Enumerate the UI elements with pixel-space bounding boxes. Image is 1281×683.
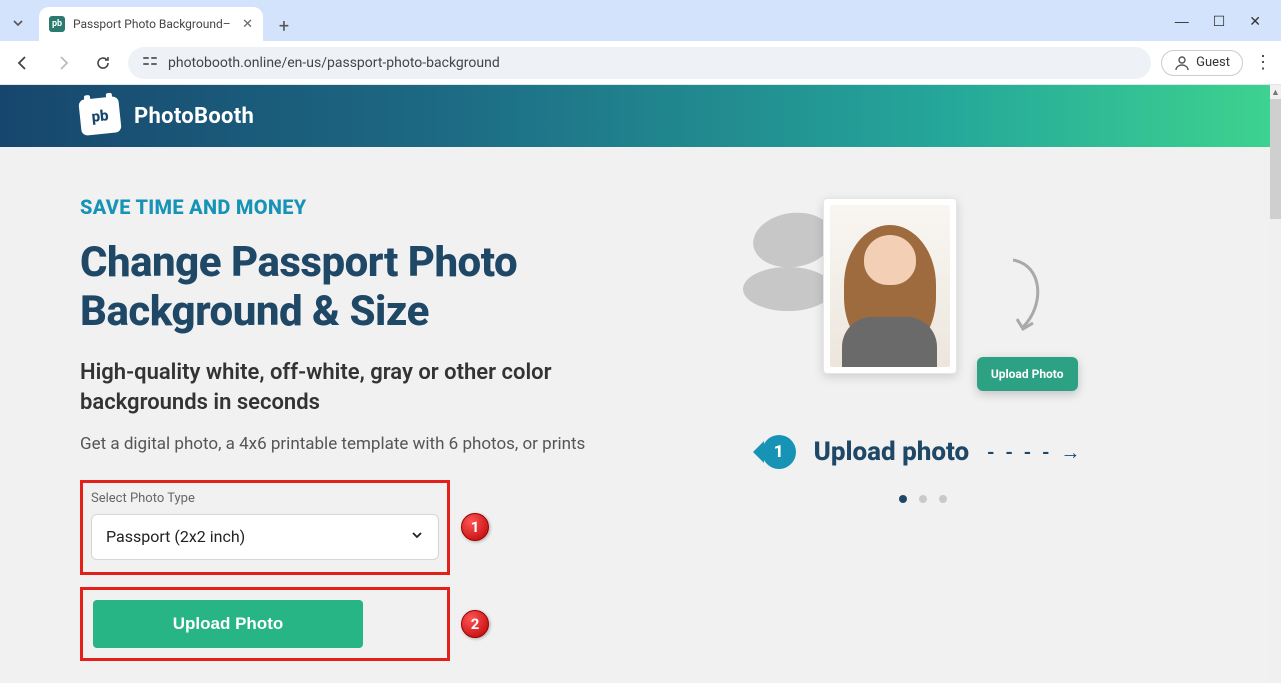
hero-illustration: Upload Photo xyxy=(753,195,1093,425)
hero-right-column: Upload Photo 1 Upload photo - - - - → xyxy=(655,195,1190,673)
favicon-icon: pb xyxy=(49,16,65,32)
new-tab-button[interactable]: + xyxy=(269,11,299,41)
browser-tab-active[interactable]: pb Passport Photo Background– ✕ xyxy=(39,7,263,41)
back-button[interactable] xyxy=(8,48,38,78)
step-row: 1 Upload photo - - - - → xyxy=(762,435,1084,469)
scroll-up-icon[interactable]: ▲ xyxy=(1270,85,1281,99)
forward-button[interactable] xyxy=(48,48,78,78)
photo-type-select[interactable]: Passport (2x2 inch) xyxy=(91,514,439,560)
dashed-arrow-icon: - - - - → xyxy=(987,440,1083,465)
step-number-badge: 1 xyxy=(762,435,796,469)
decorative-blob xyxy=(743,267,833,311)
page-bodyline: Get a digital photo, a 4x6 printable tem… xyxy=(80,434,615,454)
sample-photo-card xyxy=(823,198,957,374)
reload-icon xyxy=(95,55,111,71)
annotation-badge-1: 1 xyxy=(461,513,489,541)
annotation-badge-2: 2 xyxy=(461,610,489,638)
curved-arrow-icon xyxy=(1003,255,1053,335)
upload-photo-chip[interactable]: Upload Photo xyxy=(977,357,1078,391)
page-subhead: High-quality white, off-white, gray or o… xyxy=(80,358,615,417)
upload-photo-button[interactable]: Upload Photo xyxy=(93,600,363,648)
step-label: Upload photo xyxy=(814,437,970,467)
site-header: pb PhotoBooth xyxy=(0,85,1270,147)
profile-label: Guest xyxy=(1196,55,1230,70)
scrollbar-thumb[interactable] xyxy=(1270,99,1281,219)
tab-list-dropdown[interactable] xyxy=(0,5,36,41)
hero-left-column: SAVE TIME AND MONEY Change Passport Phot… xyxy=(80,195,615,673)
person-icon xyxy=(1174,55,1190,71)
select-photo-type-block: Select Photo Type Passport (2x2 inch) 1 xyxy=(80,480,450,575)
eyebrow-text: SAVE TIME AND MONEY xyxy=(80,195,615,219)
window-controls: — ☐ ✕ xyxy=(1175,1,1281,41)
upload-photo-block: Upload Photo 2 xyxy=(80,587,450,661)
close-tab-icon[interactable]: ✕ xyxy=(242,17,253,32)
reload-button[interactable] xyxy=(88,48,118,78)
page-headline: Change Passport Photo Background & Size xyxy=(80,239,615,336)
page-viewport: pb PhotoBooth SAVE TIME AND MONEY Change… xyxy=(0,85,1281,683)
minimize-icon[interactable]: — xyxy=(1175,13,1189,29)
browser-tab-strip: pb Passport Photo Background– ✕ + — ☐ ✕ xyxy=(0,0,1281,41)
carousel-dots xyxy=(899,495,947,503)
profile-button[interactable]: Guest xyxy=(1161,50,1243,76)
brand-name[interactable]: PhotoBooth xyxy=(134,104,254,129)
select-label: Select Photo Type xyxy=(91,491,439,506)
chevron-down-icon xyxy=(410,528,424,546)
site-settings-icon[interactable] xyxy=(142,53,158,73)
browser-menu-button[interactable]: ⋮ xyxy=(1253,52,1273,73)
arrow-left-icon xyxy=(14,54,32,72)
tab-title: Passport Photo Background– xyxy=(73,17,234,31)
address-bar[interactable]: photobooth.online/en-us/passport-photo-b… xyxy=(128,47,1151,79)
logo-icon[interactable]: pb xyxy=(78,96,122,136)
chevron-down-icon xyxy=(12,17,24,29)
hero-section: SAVE TIME AND MONEY Change Passport Phot… xyxy=(0,147,1270,683)
browser-toolbar: photobooth.online/en-us/passport-photo-b… xyxy=(0,41,1281,85)
carousel-dot-3[interactable] xyxy=(939,495,947,503)
carousel-dot-1[interactable] xyxy=(899,495,907,503)
close-window-icon[interactable]: ✕ xyxy=(1249,13,1261,30)
arrow-right-icon xyxy=(54,54,72,72)
maximize-icon[interactable]: ☐ xyxy=(1213,13,1226,30)
vertical-scrollbar[interactable]: ▲ xyxy=(1270,85,1281,683)
carousel-dot-2[interactable] xyxy=(919,495,927,503)
portrait-icon xyxy=(842,217,937,367)
url-text: photobooth.online/en-us/passport-photo-b… xyxy=(168,55,500,71)
select-value: Passport (2x2 inch) xyxy=(106,527,245,546)
